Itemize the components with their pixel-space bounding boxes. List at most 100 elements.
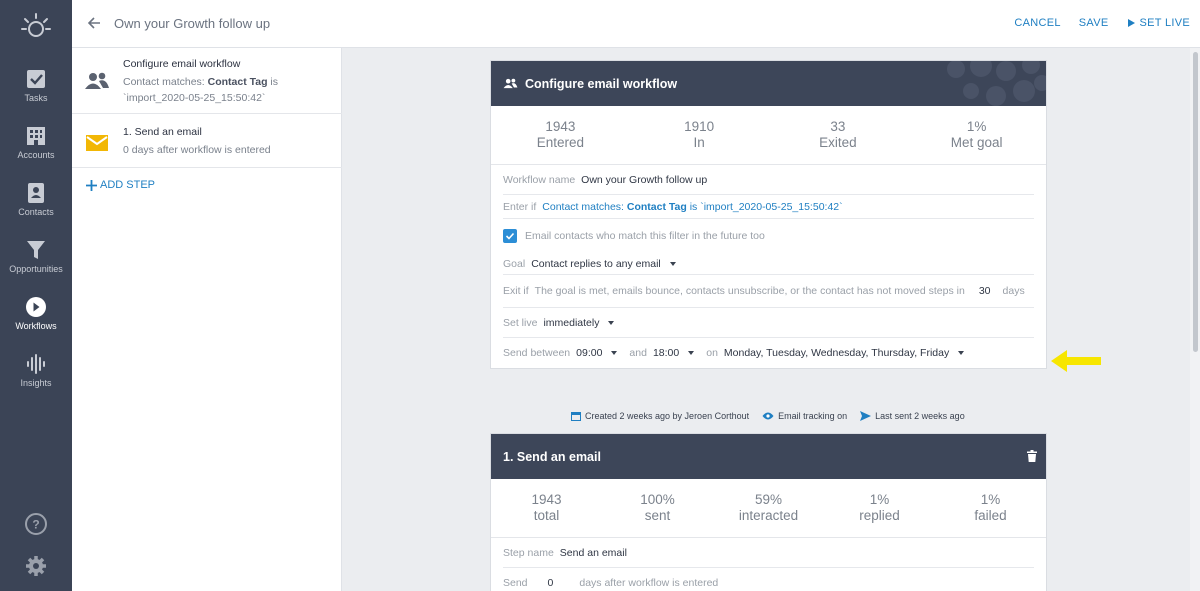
step-delay: 0 days after workflow is entered: [123, 144, 271, 156]
main-nav: Tasks Accounts Contacts Opportunities Wo…: [0, 0, 72, 591]
back-arrow-icon[interactable]: [86, 15, 102, 31]
stat-in: 1910 In: [630, 119, 769, 151]
step-condition-value: `import_2020-05-25_15:50:42`: [123, 92, 266, 104]
step-condition: Contact matches: Contact Tag is `import_…: [123, 74, 333, 106]
created-info: Created 2 weeks ago by Jeroen Corthout: [571, 411, 749, 421]
nav-item-insights[interactable]: Insights: [0, 353, 72, 405]
stat-label: Met goal: [950, 135, 1003, 150]
nav-label: Workflows: [15, 321, 57, 331]
tracking-info: Email tracking on: [762, 411, 847, 421]
users-icon: [503, 78, 518, 89]
stat-label: In: [693, 135, 705, 150]
set-live-dropdown[interactable]: immediately: [543, 317, 626, 329]
envelope-icon: [86, 135, 108, 151]
add-step-label: ADD STEP: [100, 179, 156, 191]
help-icon[interactable]: ?: [24, 512, 48, 536]
card-title: 1. Send an email: [503, 449, 601, 464]
stat-label: total: [533, 508, 560, 523]
send-to-value: 18:00: [652, 347, 680, 359]
checkmark-icon: [505, 232, 515, 240]
workflow-stats: 1943 Entered 1910 In 33 Exited 1% Met goal: [491, 106, 1046, 165]
stat-sent: 100% sent: [602, 492, 713, 524]
workflow-name-label: Workflow name: [503, 173, 576, 186]
send-days-dropdown[interactable]: Monday, Tuesday, Wednesday, Thursday, Fr…: [724, 347, 976, 359]
send-between-label: Send between: [503, 347, 571, 359]
stat-total: 1943 total: [491, 492, 602, 524]
stat-value: 33: [830, 119, 846, 134]
logo-icon[interactable]: [20, 12, 52, 44]
contact-card-icon: [28, 183, 44, 203]
stat-value: 59%: [754, 492, 783, 507]
stat-failed: 1% failed: [935, 492, 1046, 524]
cancel-button[interactable]: CANCEL: [1014, 17, 1060, 29]
step-title: Configure email workflow: [123, 58, 241, 70]
top-bar: Own your Growth follow up CANCEL SAVE SE…: [72, 0, 1200, 48]
save-button[interactable]: SAVE: [1079, 17, 1109, 29]
set-live-button[interactable]: SET LIVE: [1127, 17, 1191, 29]
header-actions: CANCEL SAVE SET LIVE: [1014, 17, 1190, 29]
waveform-icon: [27, 354, 45, 374]
nav-item-opportunities[interactable]: Opportunities: [0, 239, 72, 291]
future-contacts-label: Email contacts who match this filter in …: [525, 230, 765, 242]
scrollbar[interactable]: [1190, 48, 1200, 591]
last-sent-text: Last sent 2 weeks ago: [875, 411, 965, 421]
filter-field: Contact Tag: [626, 200, 687, 213]
stat-value: 1943: [545, 119, 576, 134]
main-content: Configure email workflow 1943 Entered 191…: [343, 48, 1190, 591]
users-icon: [85, 72, 109, 89]
card-header: 1. Send an email: [491, 434, 1046, 479]
steps-sidebar: Configure email workflow Contact matches…: [72, 48, 342, 591]
nav-item-contacts[interactable]: Contacts: [0, 182, 72, 234]
svg-text:?: ?: [32, 518, 39, 532]
created-text: Created 2 weeks ago by Jeroen Corthout: [585, 411, 750, 421]
send-days-input[interactable]: 0: [548, 577, 554, 589]
stat-label: Exited: [819, 135, 857, 150]
exit-if-label: Exit if: [503, 285, 529, 297]
exit-days-input[interactable]: 30: [979, 285, 991, 297]
future-contacts-checkbox[interactable]: [503, 229, 517, 243]
future-contacts-row: Email contacts who match this filter in …: [503, 219, 1034, 253]
stat-label: Entered: [536, 135, 585, 150]
trash-icon[interactable]: [1027, 450, 1037, 462]
send-to-dropdown[interactable]: 18:00: [653, 347, 706, 359]
play-icon: [1127, 19, 1135, 27]
decorative-dots: [947, 61, 1046, 106]
eye-icon: [762, 412, 774, 420]
nav-label: Opportunities: [9, 264, 63, 274]
nav-item-tasks[interactable]: Tasks: [0, 68, 72, 120]
stat-label: replied: [859, 508, 900, 523]
on-label: on: [706, 347, 718, 359]
send-from-value: 09:00: [576, 347, 603, 359]
send-from-dropdown[interactable]: 09:00: [576, 347, 629, 359]
calendar-icon: [571, 412, 581, 421]
stat-exited: 33 Exited: [769, 119, 908, 151]
enter-if-label: Enter if: [503, 200, 537, 213]
step-condition-field: Contact Tag: [207, 76, 268, 88]
send-delay-row: Send 0 days after workflow is entered: [503, 568, 1034, 591]
gear-icon[interactable]: [24, 554, 48, 578]
workflow-name-input[interactable]: Own your Growth follow up: [581, 174, 707, 186]
send-icon: [860, 411, 872, 421]
enter-if-filter-link[interactable]: Contact matches: Contact Tag is `import_…: [542, 201, 842, 213]
goal-dropdown[interactable]: Contact replies to any email: [531, 258, 688, 270]
step-item-send-email[interactable]: 1. Send an email 0 days after workflow i…: [72, 114, 342, 168]
add-step-button[interactable]: ADD STEP: [86, 179, 155, 191]
send-label: Send: [503, 577, 528, 589]
exit-if-text: The goal is met, emails bounce, contacts…: [534, 285, 965, 297]
exit-if-row: Exit if The goal is met, emails bounce, …: [503, 275, 1034, 308]
step-name-input[interactable]: Send an email: [560, 547, 627, 559]
enter-if-row: Enter if Contact matches: Contact Tag is…: [503, 195, 1034, 219]
set-live-label: Set live: [503, 316, 538, 329]
check-square-icon: [27, 70, 45, 88]
filter-prefix: Contact matches:: [542, 200, 627, 213]
step-title: 1. Send an email: [123, 126, 202, 138]
nav-item-workflows[interactable]: Workflows: [0, 296, 72, 348]
card-title: Configure email workflow: [525, 76, 678, 91]
stat-value: 1910: [684, 119, 715, 134]
play-circle-icon: [26, 297, 46, 317]
stat-value: 1%: [966, 119, 987, 134]
scrollbar-thumb[interactable]: [1193, 52, 1198, 352]
building-icon: [27, 127, 45, 145]
step-item-configure[interactable]: Configure email workflow Contact matches…: [72, 48, 342, 114]
nav-item-accounts[interactable]: Accounts: [0, 125, 72, 177]
